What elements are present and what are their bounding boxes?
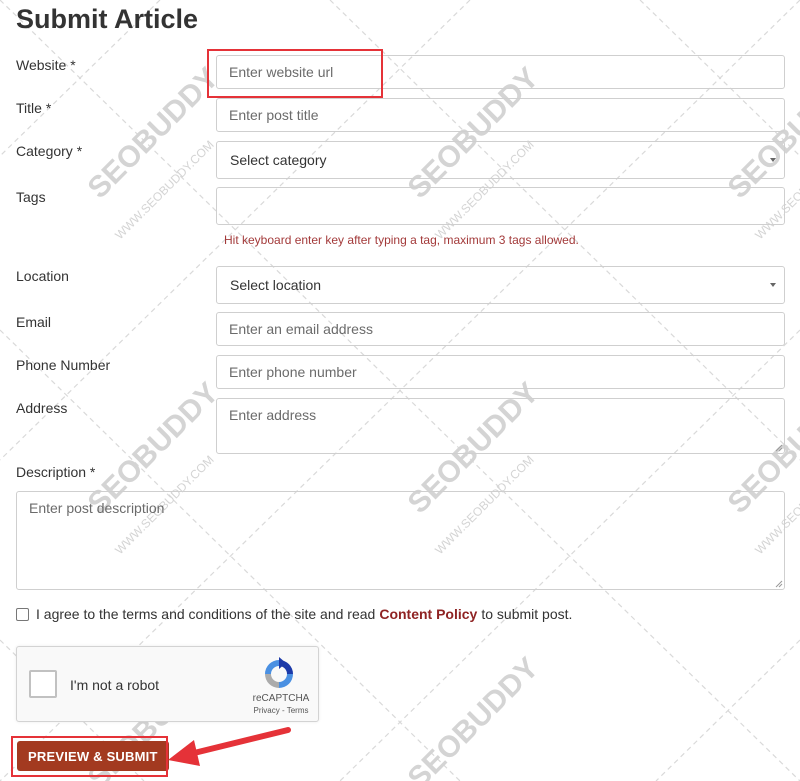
location-selected-value: Select location	[230, 277, 322, 293]
submit-article-page: Submit Article Website * Title * Categor…	[0, 0, 800, 781]
terms-text-prefix: I agree to the terms and conditions of t…	[36, 606, 376, 622]
title-input[interactable]	[216, 98, 785, 132]
content-policy-link[interactable]: Content Policy	[379, 606, 477, 622]
description-label: Description *	[16, 464, 96, 480]
location-select[interactable]: Select location	[216, 266, 785, 304]
annotation-arrow-icon	[168, 727, 291, 766]
email-label: Email	[16, 314, 52, 330]
tags-input[interactable]	[216, 187, 785, 225]
terms-text-suffix: to submit post.	[481, 606, 573, 622]
page-title: Submit Article	[16, 4, 199, 34]
address-label: Address	[16, 400, 68, 416]
description-textarea[interactable]	[16, 491, 785, 590]
terms-checkbox[interactable]	[16, 607, 29, 621]
chevron-down-icon	[770, 283, 776, 287]
website-label: Website *	[16, 57, 76, 73]
address-textarea[interactable]	[216, 398, 785, 454]
recaptcha-label: I'm not a robot	[70, 677, 160, 693]
tags-hint: Hit keyboard enter key after typing a ta…	[224, 233, 579, 247]
recaptcha-logo-icon	[265, 657, 293, 688]
preview-submit-button[interactable]: PREVIEW & SUBMIT	[17, 741, 169, 771]
resize-grip-icon[interactable]	[775, 444, 783, 452]
category-label: Category *	[16, 143, 83, 159]
email-input[interactable]	[216, 312, 785, 346]
chevron-down-icon	[770, 158, 776, 162]
category-select[interactable]: Select category	[216, 141, 785, 179]
title-label: Title *	[16, 100, 52, 116]
location-label: Location	[16, 268, 69, 284]
recaptcha-checkbox[interactable]	[29, 670, 57, 698]
phone-label: Phone Number	[16, 357, 111, 373]
category-selected-value: Select category	[230, 152, 327, 168]
phone-input[interactable]	[216, 355, 785, 389]
website-input[interactable]	[216, 55, 785, 89]
tags-label: Tags	[16, 189, 46, 205]
resize-grip-icon[interactable]	[775, 580, 783, 588]
terms-agreement: I agree to the terms and conditions of t…	[16, 606, 572, 622]
